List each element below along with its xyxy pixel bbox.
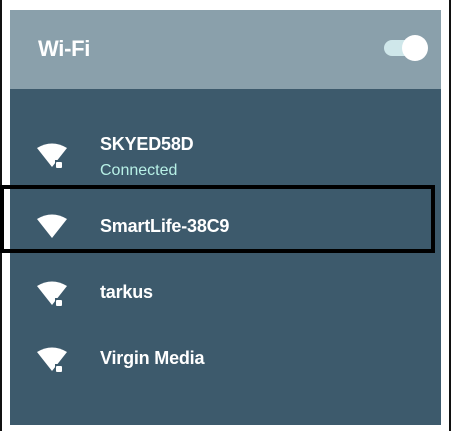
network-name: SmartLife-38C9 [100, 216, 230, 236]
wifi-icon [37, 214, 67, 238]
wifi-panel: Wi-Fi SKYED58D Connected SmartLife-38C9 … [10, 10, 441, 425]
wifi-secured-icon [37, 347, 67, 372]
wifi-secured-icon [37, 281, 67, 306]
right-border [449, 0, 451, 431]
wifi-toggle[interactable] [384, 35, 428, 61]
network-item-tarkus[interactable]: tarkus [10, 262, 441, 326]
wifi-header: Wi-Fi [10, 10, 441, 89]
network-name: SKYED58D [100, 134, 194, 154]
toggle-knob [402, 35, 428, 61]
network-item-skyed58d[interactable]: SKYED58D Connected [10, 128, 441, 192]
network-status: Connected [100, 162, 178, 179]
wifi-secured-icon [37, 143, 67, 168]
network-name: Virgin Media [100, 348, 205, 368]
network-name: tarkus [100, 282, 153, 302]
network-item-smartlife-38c9[interactable]: SmartLife-38C9 [10, 196, 441, 260]
wifi-title: Wi-Fi [38, 36, 91, 61]
left-border [0, 0, 2, 431]
network-item-virgin-media[interactable]: Virgin Media [10, 328, 441, 392]
